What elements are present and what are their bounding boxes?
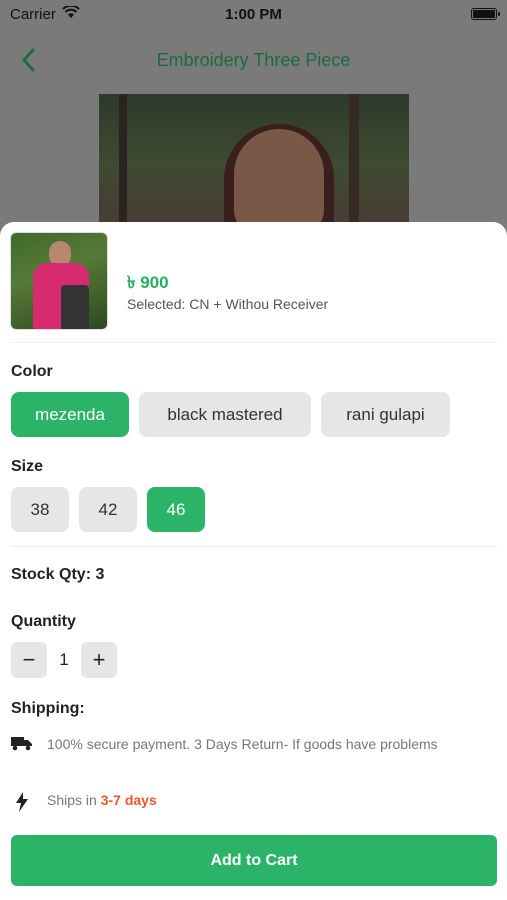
product-thumbnail	[10, 232, 108, 330]
size-option-38[interactable]: 38	[11, 487, 69, 532]
payment-info-text: 100% secure payment. 3 Days Return- If g…	[47, 736, 438, 752]
ships-in-label: Ships in	[47, 792, 101, 808]
variant-bottom-sheet: ৳ 900 Selected: CN + Withou Receiver Col…	[0, 222, 507, 900]
truck-icon	[11, 733, 33, 755]
delivery-time-text: Ships in 3-7 days	[47, 789, 157, 812]
stock-quantity: Stock Qty: 3	[11, 566, 105, 583]
color-options: mezenda black mastered rani gulapi	[11, 392, 450, 437]
product-hero-image	[99, 94, 409, 234]
battery-icon	[471, 8, 500, 20]
divider	[10, 546, 497, 547]
product-price: ৳ 900	[127, 273, 169, 292]
shipping-label: Shipping:	[11, 700, 85, 717]
quantity-value: 1	[59, 650, 69, 669]
size-label: Size	[11, 458, 44, 475]
color-option-mezenda[interactable]: mezenda	[11, 392, 129, 437]
size-options: 38 42 46	[11, 487, 205, 532]
product-summary: ৳ 900 Selected: CN + Withou Receiver	[10, 232, 497, 342]
quantity-stepper: − 1 +	[11, 642, 117, 678]
header: Embroidery Three Piece	[0, 40, 507, 80]
quantity-label: Quantity	[11, 613, 76, 630]
status-bar: Carrier 1:00 PM	[0, 0, 507, 28]
color-option-rani-gulapi[interactable]: rani gulapi	[321, 392, 450, 437]
selected-variant-text: Selected: CN + Withou Receiver	[127, 296, 329, 312]
color-label: Color	[11, 363, 53, 380]
delivery-time-row: Ships in 3-7 days	[11, 789, 496, 812]
lightning-icon	[11, 789, 33, 812]
page-title: Embroidery Three Piece	[156, 50, 351, 70]
delivery-days: 3-7 days	[100, 792, 157, 808]
add-to-cart-button[interactable]: Add to Cart	[11, 835, 497, 886]
color-option-black-mastered[interactable]: black mastered	[139, 392, 311, 437]
size-option-46[interactable]: 46	[147, 487, 205, 532]
payment-info-row: 100% secure payment. 3 Days Return- If g…	[11, 733, 496, 755]
status-time: 1:00 PM	[225, 5, 282, 23]
decrement-button[interactable]: −	[11, 642, 47, 678]
size-option-42[interactable]: 42	[79, 487, 137, 532]
divider	[10, 342, 497, 343]
increment-button[interactable]: +	[81, 642, 117, 678]
